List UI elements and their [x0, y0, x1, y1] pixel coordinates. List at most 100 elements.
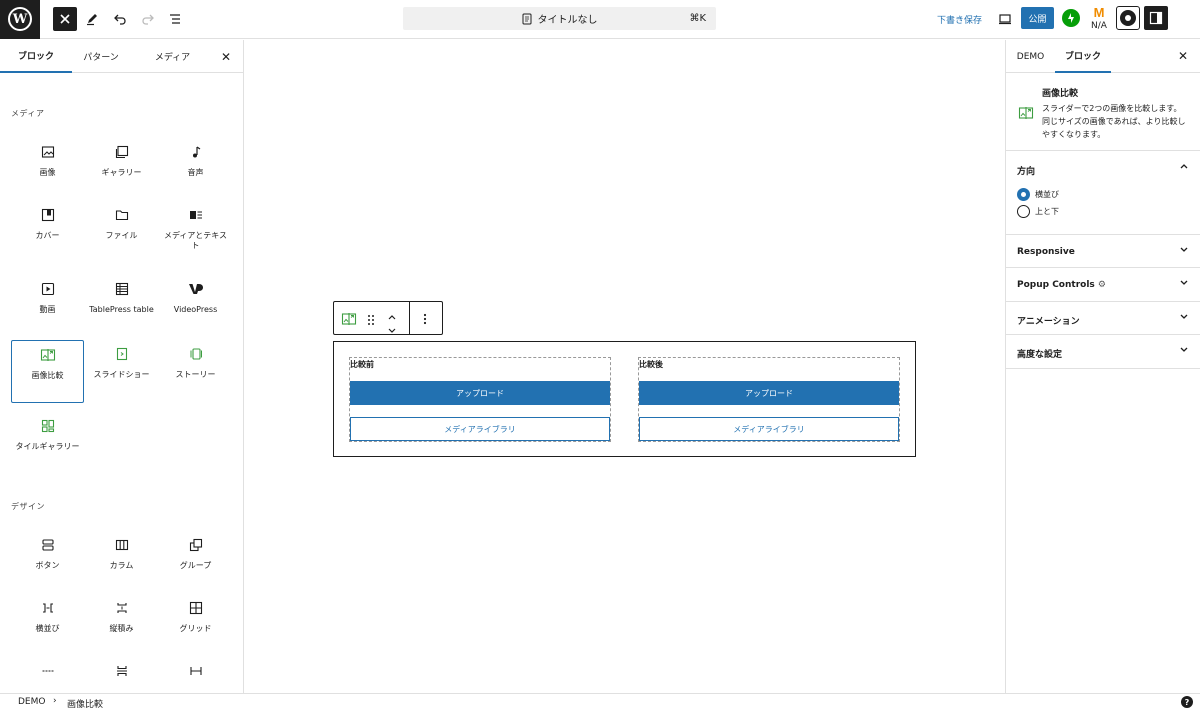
close-inserter-button[interactable]	[53, 7, 77, 31]
help-icon[interactable]: ?	[1181, 696, 1193, 708]
chevron-down-icon	[1179, 279, 1189, 290]
chevron-up-icon[interactable]	[1179, 162, 1189, 173]
settings-sidebar: DEMO ブロック ✕ 画像比較 スライダーで2つの画像を比較します。 同じサイ…	[1005, 40, 1200, 693]
chevron-down-icon	[1179, 346, 1189, 357]
block-label: ボタン	[35, 561, 60, 570]
block-cover[interactable]: カバー	[11, 201, 84, 263]
orientation-option-label: 上と下	[1035, 207, 1059, 216]
block-group[interactable]: グループ	[159, 531, 232, 593]
publish-button[interactable]: 公開	[1021, 7, 1054, 29]
block-type-button[interactable]	[341, 311, 357, 330]
block-image-compare[interactable]: 画像比較	[11, 340, 84, 403]
after-upload-button[interactable]: アップロード	[639, 381, 899, 405]
block-buttons[interactable]: ボタン	[11, 531, 84, 593]
panel-animation[interactable]: アニメーション	[1006, 302, 1200, 335]
before-media-library-button[interactable]: メディアライブラリ	[350, 417, 610, 441]
panel-title: アニメーション	[1017, 317, 1080, 327]
chevron-down-icon	[388, 328, 396, 333]
section-title-design: デザイン	[11, 502, 45, 511]
gear-icon: ⚙	[1097, 280, 1106, 290]
block-audio[interactable]: 音声	[159, 138, 232, 200]
wordpress-logo-icon: W	[8, 7, 32, 31]
video-icon	[41, 281, 55, 297]
plugin-settings-button[interactable]	[1116, 6, 1140, 30]
tools-button[interactable]	[80, 7, 104, 31]
block-slideshow[interactable]: スライドショー	[85, 340, 158, 402]
plugin-status-text: N/A	[1091, 21, 1107, 31]
panel-title: Responsive	[1017, 247, 1075, 257]
wordpress-logo-button[interactable]: W	[0, 0, 40, 39]
after-media-library-button[interactable]: メディアライブラリ	[639, 417, 899, 441]
block-file[interactable]: ファイル	[85, 201, 158, 263]
tab-document[interactable]: DEMO	[1006, 40, 1055, 73]
command-bar[interactable]: タイトルなし ⌘K	[403, 7, 716, 30]
image-compare-block[interactable]: 比較前 アップロード メディアライブラリ 比較後 アップロード メディアライブラ…	[333, 341, 916, 457]
jetpack-button[interactable]	[1062, 9, 1080, 27]
block-page-break[interactable]	[85, 657, 158, 693]
slideshow-icon	[115, 346, 129, 362]
orientation-option-horizontal[interactable]: 横並び	[1017, 188, 1059, 201]
block-tiled-gallery[interactable]: タイルギャラリー	[11, 412, 84, 482]
close-icon[interactable]: ✕	[1178, 49, 1188, 63]
plugin-status-button[interactable]: M N/A	[1089, 5, 1109, 35]
tab-blocks[interactable]: ブロック	[0, 40, 72, 73]
orientation-panel-title[interactable]: 方向	[1017, 164, 1035, 177]
drag-handle-icon	[368, 315, 374, 325]
row-icon	[41, 600, 55, 616]
block-label: ファイル	[105, 231, 138, 240]
breadcrumb-root[interactable]: DEMO	[18, 697, 45, 707]
breadcrumb-current: 画像比較	[67, 700, 104, 710]
block-label: スライドショー	[93, 370, 150, 379]
image-icon	[41, 144, 55, 160]
block-label: 画像	[39, 168, 56, 177]
block-label: ギャラリー	[101, 168, 142, 177]
orientation-option-vertical[interactable]: 上と下	[1017, 205, 1059, 218]
undo-button[interactable]	[108, 7, 132, 31]
block-spacer[interactable]	[159, 657, 232, 693]
chevron-down-icon	[1179, 313, 1189, 324]
block-options-button[interactable]	[422, 311, 428, 330]
block-tablepress[interactable]: TablePress table	[85, 275, 158, 337]
drag-handle[interactable]	[367, 312, 375, 331]
block-story[interactable]: ストーリー	[159, 340, 232, 402]
preview-button[interactable]	[996, 10, 1014, 28]
tab-block[interactable]: ブロック	[1055, 40, 1111, 73]
panel-responsive[interactable]: Responsive	[1006, 235, 1200, 268]
save-draft-button[interactable]: 下書き保存	[937, 13, 982, 26]
block-videopress[interactable]: VideoPress	[159, 275, 232, 337]
block-stack[interactable]: 縦積み	[85, 594, 158, 656]
block-editor: W タイトルなし ⌘K 下書き保存 公開 M N/A ブロック パターン メディ…	[0, 0, 1200, 711]
block-image[interactable]: 画像	[11, 138, 84, 200]
block-label: 音声	[187, 168, 204, 177]
tab-media[interactable]: メディア	[145, 40, 200, 73]
after-label: 比較後	[639, 360, 663, 369]
spacer-icon	[189, 663, 203, 679]
block-video[interactable]: 動画	[11, 275, 84, 337]
redo-button[interactable]	[136, 7, 160, 31]
block-columns[interactable]: カラム	[85, 531, 158, 593]
table-icon	[115, 281, 129, 297]
undo-icon	[114, 14, 126, 25]
columns-icon	[115, 537, 129, 553]
close-icon[interactable]: ✕	[221, 50, 231, 64]
document-overview-button[interactable]	[163, 7, 187, 31]
radio-checked-icon	[1017, 188, 1030, 201]
settings-tabs: DEMO ブロック ✕	[1006, 40, 1200, 73]
separator-icon	[41, 663, 55, 679]
block-row[interactable]: 横並び	[11, 594, 84, 656]
command-shortcut: ⌘K	[689, 13, 706, 24]
videopress-icon	[188, 281, 204, 297]
panel-popup-controls[interactable]: Popup Controls ⚙	[1006, 268, 1200, 302]
tab-patterns[interactable]: パターン	[72, 40, 130, 73]
block-gallery[interactable]: ギャラリー	[85, 138, 158, 200]
block-inserter-panel: ブロック パターン メディア ✕ メディア 画像 ギャラリー 音声 カバー ファ…	[0, 40, 244, 693]
before-upload-button[interactable]: アップロード	[350, 381, 610, 405]
block-grid[interactable]: グリッド	[159, 594, 232, 656]
block-media-text[interactable]: メディアとテキスト	[159, 201, 232, 263]
settings-sidebar-toggle[interactable]	[1144, 6, 1168, 30]
radio-unchecked-icon	[1017, 205, 1030, 218]
cover-icon	[41, 207, 55, 223]
move-down-button[interactable]	[387, 320, 397, 339]
block-separator[interactable]	[11, 657, 84, 693]
panel-advanced[interactable]: 高度な設定	[1006, 335, 1200, 369]
